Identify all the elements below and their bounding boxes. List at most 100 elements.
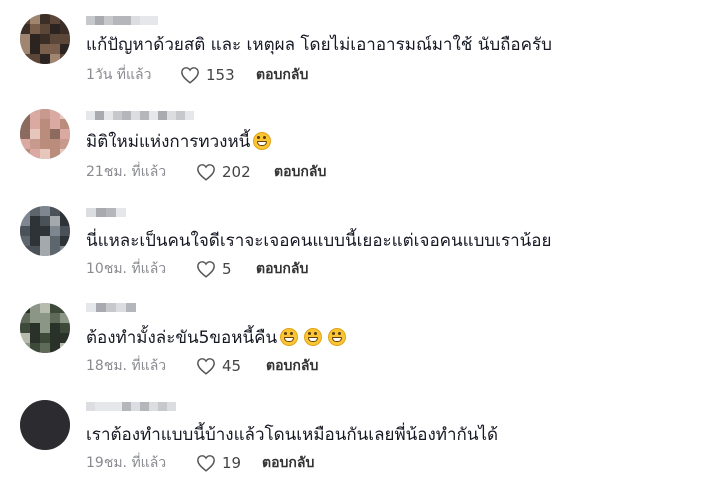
username-blurred[interactable]: [86, 402, 178, 414]
avatar-pixel: [60, 440, 70, 450]
avatar-pixel: [60, 24, 70, 34]
username-pixel: [131, 402, 140, 411]
avatar-pixel: [40, 430, 50, 440]
avatar-pixel: [30, 24, 40, 34]
avatar-pixel: [30, 343, 40, 353]
like-button[interactable]: 202: [196, 161, 251, 183]
avatar-pixel: [30, 400, 40, 410]
username-pixel: [176, 111, 185, 120]
avatar-pixel: [50, 14, 60, 24]
avatar-pixel: [50, 139, 60, 149]
avatar[interactable]: [20, 303, 70, 353]
avatar-pixel: [20, 54, 30, 64]
comment-item: เราต้องทำแบบนี้บ้างแล้วโดนเหมือนกันเลยพี…: [0, 388, 728, 484]
username-pixel: [95, 16, 104, 25]
username-blurred[interactable]: [86, 208, 126, 220]
avatar-pixel: [60, 216, 70, 226]
avatar-pixel: [20, 420, 30, 430]
comment-text: เราต้องทำแบบนี้บ้างแล้วโดนเหมือนกันเลยพี…: [86, 424, 498, 446]
avatar-pixel: [40, 343, 50, 353]
username-pixel: [86, 402, 95, 411]
reply-button[interactable]: ตอบกลับ: [256, 258, 308, 280]
avatar-pixel: [30, 303, 40, 313]
username-pixel: [131, 16, 140, 25]
avatar-pixel: [60, 400, 70, 410]
username-pixel: [96, 303, 106, 312]
avatar[interactable]: [20, 14, 70, 64]
avatar-pixel: [30, 226, 40, 236]
avatar-pixel: [50, 149, 60, 159]
avatar-pixel: [40, 14, 50, 24]
comment-text: แก้ปัญหาด้วยสติ และ เหตุผล โดยไม่เอาอารม…: [86, 34, 552, 56]
avatar-pixel: [30, 323, 40, 333]
username-pixel: [86, 303, 96, 312]
avatar-pixel: [50, 420, 60, 430]
like-button[interactable]: 5: [196, 258, 232, 280]
comment-time: 21ชม. ที่แล้ว: [86, 164, 167, 180]
avatar-pixel: [30, 119, 40, 129]
heart-icon: [197, 261, 215, 278]
avatar-pixel: [30, 420, 40, 430]
avatar-pixel: [20, 226, 30, 236]
avatar-pixel: [30, 216, 40, 226]
username-pixel: [122, 402, 131, 411]
comment-text-body: แก้ปัญหาด้วยสติ และ เหตุผล โดยไม่เอาอารม…: [86, 35, 552, 55]
avatar-pixel: [20, 129, 30, 139]
comment-item: นี่แหละเป็นคนใจดีเราจะเจอคนแบบนี้เยอะแต่…: [0, 194, 728, 290]
avatar-pixel: [50, 24, 60, 34]
username-pixel: [185, 111, 194, 120]
comment-text: นี่แหละเป็นคนใจดีเราจะเจอคนแบบนี้เยอะแต่…: [86, 230, 551, 252]
grinning-emoji-icon: [280, 328, 299, 346]
avatar-pixel: [20, 109, 30, 119]
reply-button[interactable]: ตอบกลับ: [266, 355, 318, 377]
avatar-pixel: [60, 139, 70, 149]
avatar-pixel: [30, 440, 40, 450]
username-pixel: [149, 402, 158, 411]
avatar-pixel: [30, 206, 40, 216]
username-blurred[interactable]: [86, 16, 164, 28]
avatar[interactable]: [20, 206, 70, 256]
avatar-pixel: [30, 236, 40, 246]
avatar-pixel: [30, 410, 40, 420]
avatar-pixel: [50, 410, 60, 420]
heart-icon: [197, 455, 215, 472]
avatar-pixel: [20, 34, 30, 44]
avatar-pixel: [30, 246, 40, 256]
username-blurred[interactable]: [86, 303, 138, 315]
avatar-pixel: [60, 313, 70, 323]
avatar[interactable]: [20, 109, 70, 159]
reply-button[interactable]: ตอบกลับ: [274, 161, 326, 183]
like-button[interactable]: 153: [180, 64, 235, 86]
avatar-pixel: [20, 206, 30, 216]
avatar-pixel: [30, 430, 40, 440]
avatar-pixel: [20, 216, 30, 226]
avatar-pixel: [40, 323, 50, 333]
like-count: 202: [222, 163, 251, 181]
avatar-pixel: [40, 236, 50, 246]
username-pixel: [158, 402, 167, 411]
avatar-pixel: [40, 410, 50, 420]
avatar-pixel: [40, 24, 50, 34]
username-pixel: [106, 208, 116, 217]
reply-button[interactable]: ตอบกลับ: [262, 452, 314, 474]
comment-item: แก้ปัญหาด้วยสติ และ เหตุผล โดยไม่เอาอารม…: [0, 0, 728, 96]
like-count: 45: [222, 357, 242, 375]
username-pixel: [113, 16, 122, 25]
like-count: 5: [222, 260, 232, 278]
avatar-pixel: [60, 410, 70, 420]
avatar-pixel: [30, 149, 40, 159]
like-count: 153: [206, 66, 235, 84]
avatar-pixel: [50, 216, 60, 226]
like-button[interactable]: 19: [196, 452, 241, 474]
avatar-pixel: [50, 226, 60, 236]
avatar[interactable]: [20, 400, 70, 450]
username-blurred[interactable]: [86, 111, 196, 123]
avatar-pixel: [60, 303, 70, 313]
like-button[interactable]: 45: [196, 355, 241, 377]
avatar-pixel: [50, 206, 60, 216]
reply-button[interactable]: ตอบกลับ: [256, 64, 308, 86]
username-pixel: [116, 303, 126, 312]
username-pixel: [104, 402, 113, 411]
username-pixel: [104, 16, 113, 25]
avatar-pixel: [60, 149, 70, 159]
